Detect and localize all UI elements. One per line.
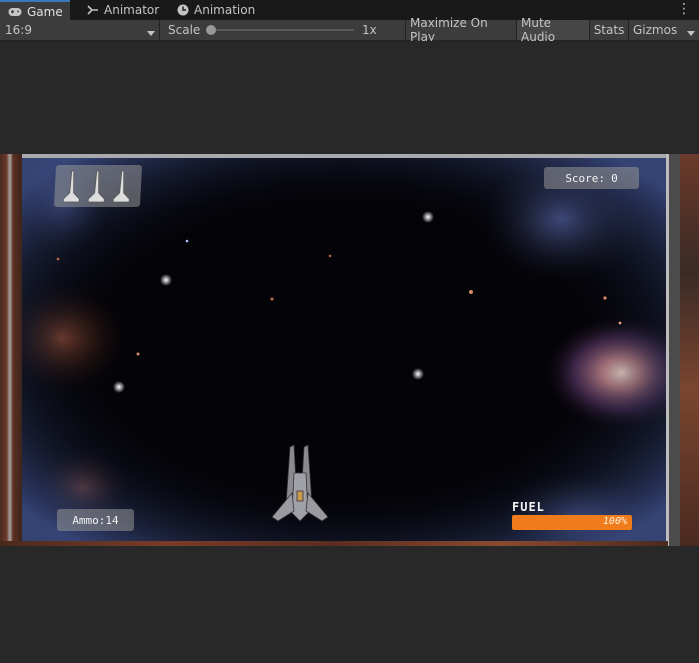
stats-button[interactable]: Stats — [589, 20, 628, 40]
gamepad-icon — [8, 7, 22, 17]
scale-label: Scale — [168, 23, 201, 37]
space-background — [22, 158, 666, 541]
lives-ships-icon — [62, 170, 130, 203]
score-panel: Score: 0 — [544, 167, 639, 189]
score-label: Score: — [565, 171, 606, 185]
aspect-dropdown[interactable]: 16:9 — [0, 20, 160, 40]
ammo-panel: Ammo:14 — [57, 509, 134, 531]
scale-slider-thumb[interactable] — [206, 25, 216, 35]
tab-animator[interactable]: Animator — [78, 0, 167, 20]
game-screen[interactable]: Score: 0 Ammo:14 FUEL 100% — [22, 158, 666, 541]
tab-label: Animator — [104, 3, 160, 17]
fuel-label: FUEL — [512, 500, 545, 514]
chevron-down-icon — [687, 26, 695, 40]
tab-label: Game — [27, 4, 63, 19]
player-ship — [270, 443, 330, 528]
maximize-on-play-button[interactable]: Maximize On Play — [405, 16, 515, 44]
animator-icon — [86, 4, 99, 16]
fuel-percent: 100% — [602, 516, 627, 527]
game-frame-bottom — [0, 541, 668, 546]
lives-panel — [53, 165, 143, 207]
scale-value: 1x — [362, 23, 377, 37]
game-view-toolbar: 16:9 Scale 1x Maximize On Play Mute Audi… — [0, 16, 699, 44]
score-value: 0 — [611, 171, 618, 185]
chevron-down-icon — [147, 26, 155, 40]
tab-label: Animation — [194, 3, 256, 17]
scale-slider-track[interactable] — [207, 29, 354, 31]
ammo-text: Ammo:14 — [72, 513, 119, 527]
tab-animation[interactable]: Animation — [169, 0, 263, 20]
tab-game[interactable]: Game — [0, 0, 70, 21]
more-options-icon[interactable]: ⋮ — [677, 2, 691, 16]
mute-audio-button[interactable]: Mute Audio — [516, 16, 589, 44]
fuel-bar: 100% — [512, 515, 632, 530]
game-frame-left — [0, 154, 22, 546]
clock-icon — [177, 4, 189, 16]
gizmos-dropdown[interactable]: Gizmos — [628, 20, 699, 40]
gizmos-label: Gizmos — [633, 23, 678, 37]
editor-tab-bar: Game Animator Animation ⋮ — [0, 0, 699, 21]
aspect-value: 16:9 — [5, 23, 32, 37]
game-frame-right — [666, 154, 699, 546]
